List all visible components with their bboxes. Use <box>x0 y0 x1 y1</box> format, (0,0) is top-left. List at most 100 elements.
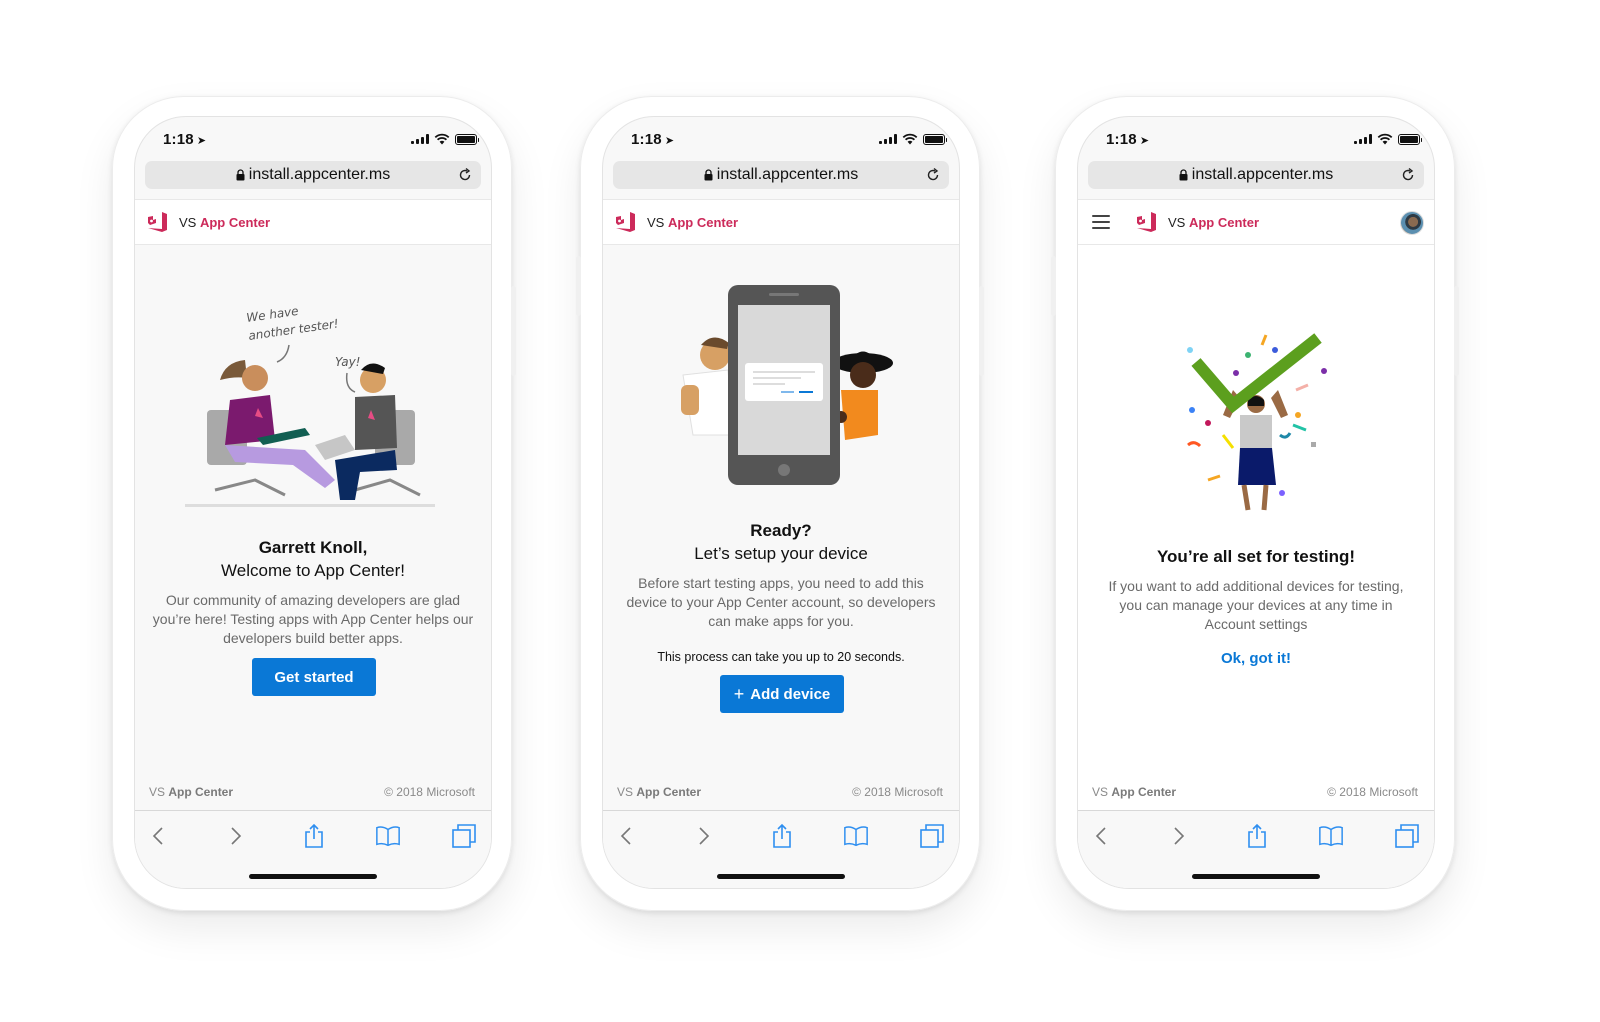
home-indicator[interactable] <box>249 874 377 879</box>
footer-brand: VS App Center <box>617 785 702 799</box>
share-icon[interactable] <box>1244 823 1270 849</box>
get-started-button[interactable]: Get started <box>252 658 376 696</box>
plus-icon: + <box>733 684 745 704</box>
welcome-subtitle: Welcome to App Center! <box>221 561 405 580</box>
signal-icon <box>1354 134 1372 144</box>
power-button <box>1454 286 1459 376</box>
battery-icon <box>1398 133 1422 145</box>
setup-body: Before start testing apps, you need to a… <box>626 575 936 629</box>
status-time: 1:18 ➤ <box>163 131 207 148</box>
url-text: install.appcenter.ms <box>1191 166 1334 183</box>
back-icon[interactable] <box>1088 823 1114 849</box>
app-center-logo-icon[interactable] <box>145 210 169 234</box>
screen: 1:18 ➤ install.appcenter.ms VS App Center <box>1077 116 1435 889</box>
status-time: 1:18 ➤ <box>1106 131 1150 148</box>
volume-button <box>576 256 581 316</box>
tabs-icon[interactable] <box>451 823 477 849</box>
lock-icon <box>1179 169 1188 181</box>
brand-name: VS App Center <box>1168 214 1260 230</box>
app-header: VS App Center <box>135 199 491 245</box>
footer-brand: VS App Center <box>149 785 234 799</box>
phone-setup-device: 1:18 ➤ install.appcenter.ms VS App Center <box>576 96 984 911</box>
footer-brand: VS App Center <box>1092 785 1177 799</box>
reload-icon[interactable] <box>1400 167 1416 183</box>
brand-name: VS App Center <box>647 214 739 230</box>
power-button <box>979 286 984 376</box>
wifi-icon <box>1377 133 1393 145</box>
wifi-icon <box>434 133 450 145</box>
add-device-button[interactable]: + Add device <box>720 675 844 713</box>
address-bar[interactable]: install.appcenter.ms <box>613 161 949 189</box>
battery-icon <box>923 133 947 145</box>
share-icon[interactable] <box>769 823 795 849</box>
home-indicator[interactable] <box>717 874 845 879</box>
app-center-logo-icon[interactable] <box>613 210 637 234</box>
app-header: VS App Center <box>1078 199 1434 245</box>
address-bar[interactable]: install.appcenter.ms <box>1088 161 1424 189</box>
footer-copyright: © 2018 Microsoft <box>852 785 943 799</box>
tabs-icon[interactable] <box>1394 823 1420 849</box>
screen: 1:18 ➤ install.appcenter.ms VS App Center… <box>134 116 492 889</box>
lock-icon <box>704 169 713 181</box>
all-set-body: If you want to add additional devices fo… <box>1108 578 1404 632</box>
brand-name: VS App Center <box>179 214 271 230</box>
bookmarks-icon[interactable] <box>375 823 401 849</box>
ready-title: Ready? <box>750 521 812 540</box>
browser-toolbar <box>603 810 959 888</box>
all-set-title: You’re all set for testing! <box>1156 547 1356 566</box>
signal-icon <box>879 134 897 144</box>
signal-icon <box>411 134 429 144</box>
share-icon[interactable] <box>301 823 327 849</box>
page-footer: VS App Center © 2018 Microsoft <box>1092 785 1418 799</box>
phone-welcome: 1:18 ➤ install.appcenter.ms VS App Center… <box>112 96 516 911</box>
url-text: install.appcenter.ms <box>248 166 391 183</box>
speech-yay: Yay! <box>335 355 361 369</box>
welcome-name: Garrett Knoll, <box>258 538 368 557</box>
url-text: install.appcenter.ms <box>716 166 859 183</box>
browser-toolbar <box>1078 810 1434 888</box>
status-time: 1:18 ➤ <box>631 131 675 148</box>
wifi-icon <box>902 133 918 145</box>
status-bar: 1:18 ➤ <box>1078 117 1434 159</box>
phone-all-set: 1:18 ➤ install.appcenter.ms VS App Center <box>1051 96 1459 911</box>
tabs-icon[interactable] <box>919 823 945 849</box>
battery-icon <box>455 133 479 145</box>
page-footer: VS App Center © 2018 Microsoft <box>149 785 475 799</box>
browser-toolbar <box>135 810 491 888</box>
testers-illustration: We have another tester! Yay! <box>185 304 435 507</box>
speech-we-have: We have <box>245 304 299 325</box>
forward-icon[interactable] <box>691 823 717 849</box>
reload-icon[interactable] <box>925 167 941 183</box>
power-button <box>511 286 516 376</box>
back-icon[interactable] <box>613 823 639 849</box>
bookmarks-icon[interactable] <box>1318 823 1344 849</box>
home-indicator[interactable] <box>1192 874 1320 879</box>
location-icon: ➤ <box>1139 135 1150 147</box>
address-bar[interactable]: install.appcenter.ms <box>145 161 481 189</box>
welcome-body: Our community of amazing developers are … <box>152 592 474 646</box>
lock-icon <box>236 169 245 181</box>
phone-peek-illustration <box>681 285 893 485</box>
setup-subtitle: Let’s setup your device <box>694 544 868 563</box>
hamburger-menu-icon[interactable] <box>1092 215 1110 229</box>
forward-icon[interactable] <box>1166 823 1192 849</box>
user-avatar[interactable] <box>1400 211 1424 235</box>
footer-copyright: © 2018 Microsoft <box>384 785 475 799</box>
page-footer: VS App Center © 2018 Microsoft <box>617 785 943 799</box>
location-icon: ➤ <box>196 135 207 147</box>
forward-icon[interactable] <box>223 823 249 849</box>
bookmarks-icon[interactable] <box>843 823 869 849</box>
ok-got-it-link[interactable]: Ok, got it! <box>1078 650 1434 667</box>
screen: 1:18 ➤ install.appcenter.ms VS App Center <box>602 116 960 889</box>
footer-copyright: © 2018 Microsoft <box>1327 785 1418 799</box>
location-icon: ➤ <box>664 135 675 147</box>
app-header: VS App Center <box>603 199 959 245</box>
celebration-illustration <box>1187 333 1327 511</box>
process-note: This process can take you up to 20 secon… <box>657 650 905 664</box>
back-icon[interactable] <box>145 823 171 849</box>
status-bar: 1:18 ➤ <box>603 117 959 159</box>
app-center-logo-icon[interactable] <box>1134 210 1158 234</box>
volume-button <box>1051 256 1056 316</box>
reload-icon[interactable] <box>457 167 473 183</box>
status-bar: 1:18 ➤ <box>135 117 491 159</box>
